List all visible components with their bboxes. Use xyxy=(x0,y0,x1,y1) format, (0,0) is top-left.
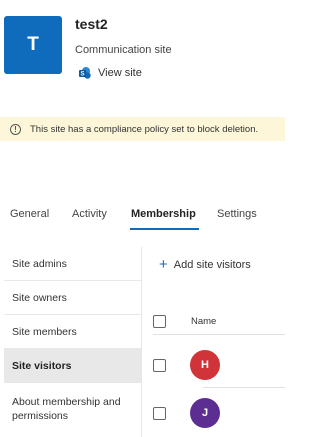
membership-subnav: Site admins Site owners Site members Sit… xyxy=(4,247,142,437)
site-title: test2 xyxy=(75,16,108,32)
table-header: Name xyxy=(153,309,285,335)
add-site-visitors-label: Add site visitors xyxy=(173,259,251,271)
subnav-site-admins[interactable]: Site admins xyxy=(4,247,141,281)
subnav-about-membership[interactable]: About membership and permissions xyxy=(4,383,141,435)
active-tab-indicator xyxy=(130,228,199,230)
avatar: H xyxy=(190,350,220,380)
tab-activity[interactable]: Activity xyxy=(72,208,107,220)
svg-text:S: S xyxy=(80,72,84,78)
table-row[interactable]: J xyxy=(153,391,285,435)
plus-icon: + xyxy=(159,256,168,273)
tab-membership[interactable]: Membership xyxy=(131,208,196,220)
site-logo-tile: T xyxy=(4,16,62,74)
site-initial: T xyxy=(27,34,39,55)
view-site-label: View site xyxy=(98,67,142,79)
site-header: T test2 Communication site S View site xyxy=(0,0,285,100)
column-header-name: Name xyxy=(191,316,217,327)
tab-settings[interactable]: Settings xyxy=(217,208,257,220)
subnav-site-owners[interactable]: Site owners xyxy=(4,281,141,315)
row-divider xyxy=(203,387,285,388)
tab-bar: General Activity Membership Settings xyxy=(0,200,285,230)
site-type: Communication site xyxy=(75,44,172,56)
view-site-link[interactable]: S View site xyxy=(78,66,142,80)
avatar: J xyxy=(190,398,220,428)
info-icon: ! xyxy=(10,123,21,135)
subnav-site-members[interactable]: Site members xyxy=(4,315,141,349)
tab-general[interactable]: General xyxy=(10,208,49,220)
compliance-banner: ! This site has a compliance policy set … xyxy=(0,117,285,141)
row-checkbox[interactable] xyxy=(153,406,166,420)
subnav-site-visitors[interactable]: Site visitors xyxy=(4,349,141,383)
banner-text: This site has a compliance policy set to… xyxy=(30,123,259,135)
row-checkbox[interactable] xyxy=(153,358,166,372)
sharepoint-icon: S xyxy=(79,67,91,79)
select-all-checkbox[interactable] xyxy=(153,315,166,328)
add-site-visitors-button[interactable]: + Add site visitors xyxy=(159,256,251,273)
visitors-panel: + Add site visitors Name H J xyxy=(143,247,285,437)
table-row[interactable]: H xyxy=(153,343,285,387)
